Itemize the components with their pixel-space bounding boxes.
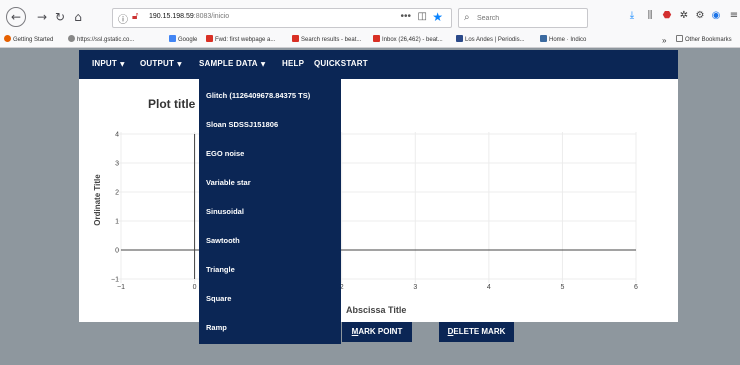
mark-point-button[interactable]: MARK POINT [342,322,412,342]
dropdown-item-ramp[interactable]: Ramp [206,323,227,332]
tick-labels: −10123456−101234 [111,132,638,292]
y-tick-label: 3 [115,161,119,168]
x-tick-label: 5 [560,284,564,291]
dropdown-item-sinusoidal[interactable]: Sinusoidal [206,207,244,216]
x-tick-label: 0 [193,284,197,291]
y-tick-label: 2 [115,190,119,197]
x-tick-label: 4 [487,284,491,291]
x-tick-label: −1 [117,284,125,291]
y-tick-label: 1 [115,219,119,226]
dropdown-item-square[interactable]: Square [206,294,231,303]
y-tick-label: −1 [111,277,119,284]
dropdown-item-sawtooth[interactable]: Sawtooth [206,236,240,245]
dropdown-item-glitch[interactable]: Glitch (1126409678.84375 TS) [206,91,310,100]
plot-title: Plot title [148,97,196,111]
y-tick-label: 4 [115,132,119,139]
dropdown-item-sloan[interactable]: Sloan SDSSJ151806 [206,120,278,129]
x-tick-label: 3 [413,284,417,291]
x-axis-title: Abscissa Title [346,305,407,315]
dropdown-item-ego-noise[interactable]: EGO noise [206,149,244,158]
delete-mark-button[interactable]: DELETE MARK [439,322,514,342]
dropdown-item-variable-star[interactable]: Variable star [206,178,251,187]
sample-data-dropdown: Glitch (1126409678.84375 TS) Sloan SDSSJ… [199,79,341,344]
y-axis-title: Ordinate Title [93,174,102,226]
x-tick-label: 6 [634,284,638,291]
dropdown-item-triangle[interactable]: Triangle [206,265,235,274]
y-tick-label: 0 [115,248,119,255]
